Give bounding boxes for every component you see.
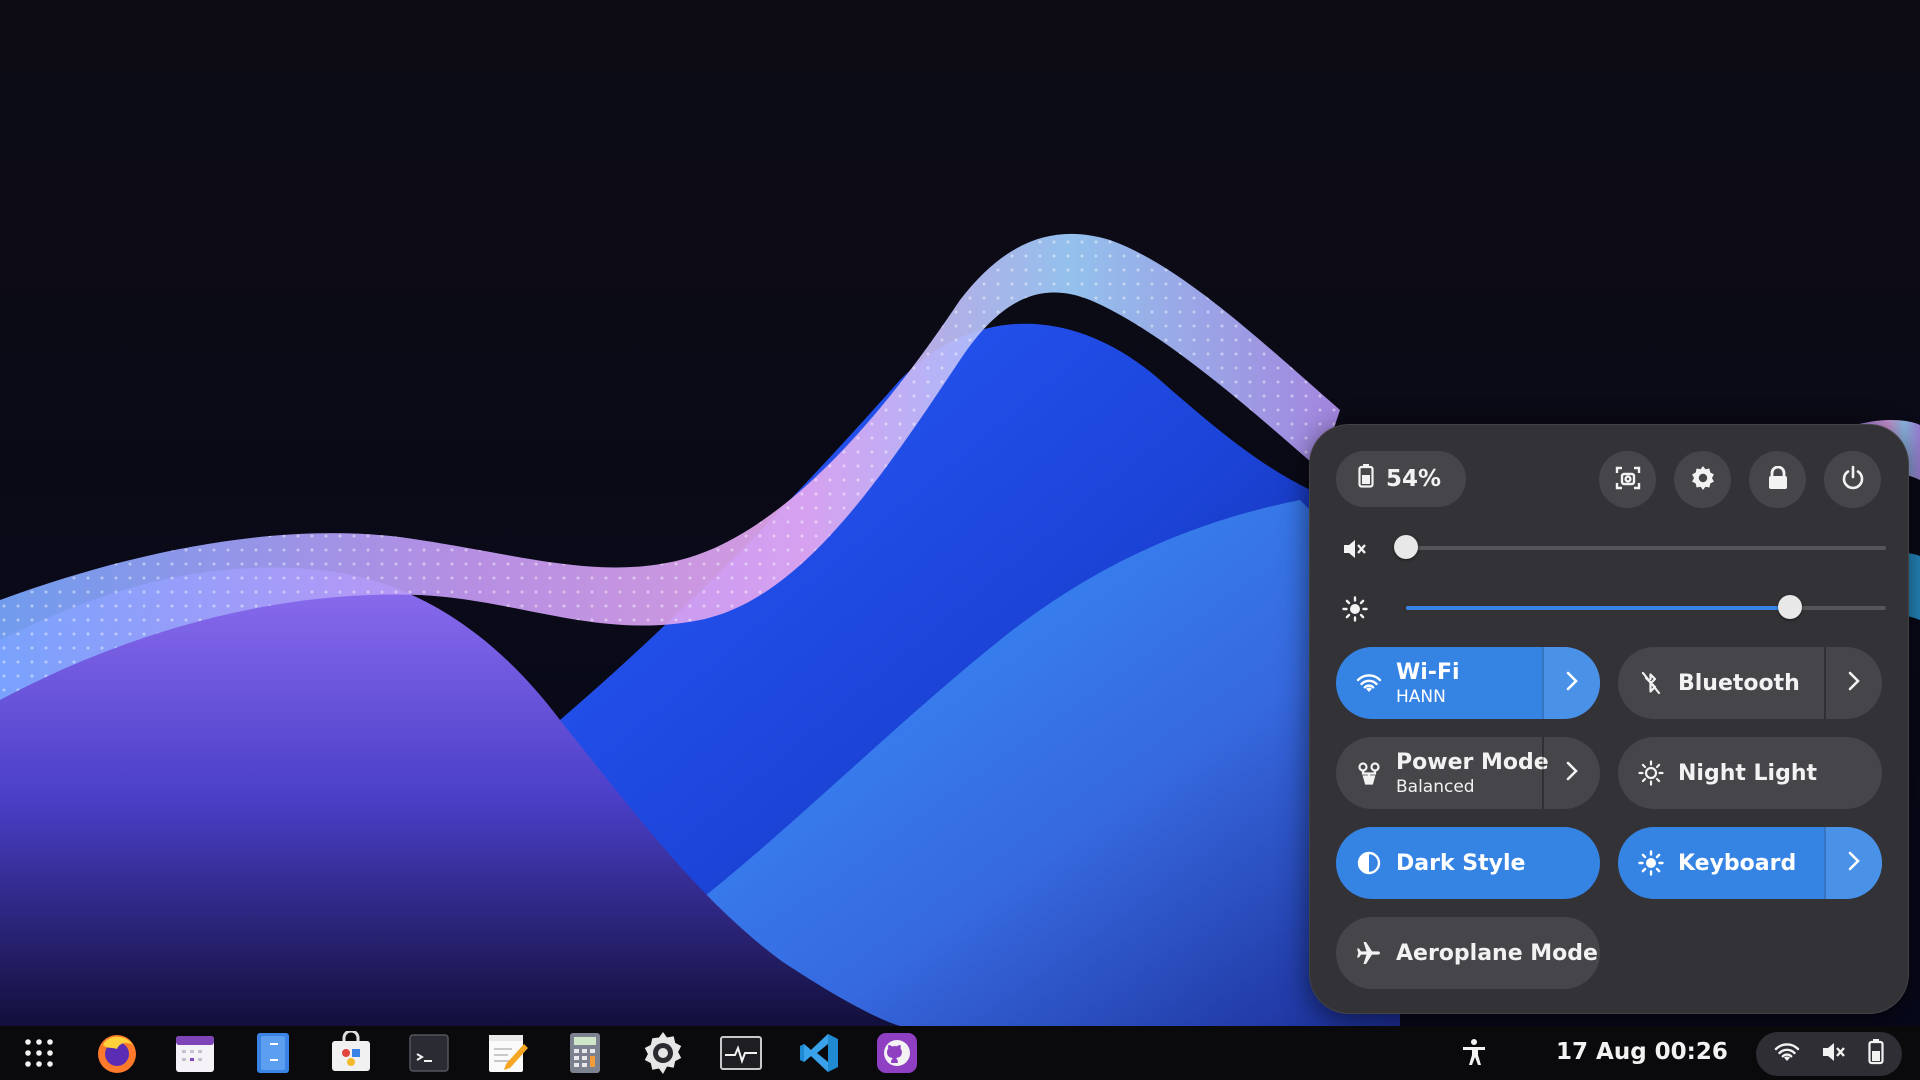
power-button[interactable] xyxy=(1824,451,1881,508)
wifi-title: Wi-Fi xyxy=(1396,659,1460,685)
app-grid-icon xyxy=(22,1036,56,1074)
firefox-launcher[interactable] xyxy=(95,1033,139,1077)
dark-style-toggle[interactable]: Dark Style xyxy=(1336,827,1600,899)
lock-button[interactable] xyxy=(1749,451,1806,508)
calendar-launcher[interactable] xyxy=(173,1033,217,1077)
vscode-launcher[interactable] xyxy=(797,1033,841,1077)
brightness-fill xyxy=(1406,606,1790,610)
software-launcher[interactable] xyxy=(329,1029,373,1079)
system-tray[interactable] xyxy=(1756,1032,1902,1076)
chevron-right-icon xyxy=(1565,760,1579,786)
volume-slider[interactable] xyxy=(1394,535,1886,559)
terminal-launcher[interactable] xyxy=(407,1033,451,1077)
night-light-title: Night Light xyxy=(1678,760,1818,786)
keyboard-title: Keyboard xyxy=(1678,850,1797,876)
software-icon xyxy=(329,1029,373,1079)
quick-settings-panel: 54% Wi-Fi HANN Bluetooth Power Mode Bala… xyxy=(1309,424,1909,1014)
system-monitor-launcher[interactable] xyxy=(719,1033,763,1077)
calculator-icon xyxy=(567,1031,603,1079)
brightness-icon xyxy=(1342,596,1368,622)
aeroplane-mode-toggle[interactable]: Aeroplane Mode xyxy=(1336,917,1600,989)
night-light-icon xyxy=(1638,760,1664,786)
keyboard-menu-button[interactable] xyxy=(1824,827,1882,899)
wifi-tile[interactable]: Wi-Fi HANN xyxy=(1336,647,1600,719)
battery-icon xyxy=(1358,464,1374,494)
brightness-slider-row xyxy=(1336,588,1886,628)
settings-icon xyxy=(641,1031,685,1079)
brightness-knob[interactable] xyxy=(1778,595,1802,619)
wifi-toggle[interactable]: Wi-Fi HANN xyxy=(1336,647,1542,719)
lock-icon xyxy=(1767,465,1789,494)
keyboard-tile[interactable]: Keyboard xyxy=(1618,827,1882,899)
settings-launcher[interactable] xyxy=(641,1031,685,1079)
wifi-menu-button[interactable] xyxy=(1542,647,1600,719)
power-mode-title: Power Mode xyxy=(1396,749,1549,775)
bluetooth-menu-button[interactable] xyxy=(1824,647,1882,719)
bluetooth-tile[interactable]: Bluetooth xyxy=(1618,647,1882,719)
bluetooth-disabled-icon xyxy=(1638,670,1664,696)
brightness-slider[interactable] xyxy=(1406,595,1886,619)
bluetooth-title: Bluetooth xyxy=(1678,670,1800,696)
power-mode-icon xyxy=(1356,760,1382,786)
wifi-network-name: HANN xyxy=(1396,686,1446,707)
power-mode-toggle[interactable]: Power Mode Balanced xyxy=(1336,737,1549,809)
files-launcher[interactable] xyxy=(251,1033,295,1077)
files-icon xyxy=(253,1031,293,1079)
volume-muted-icon xyxy=(1821,1040,1847,1068)
vscode-icon xyxy=(797,1031,841,1079)
aeroplane-icon xyxy=(1356,940,1382,966)
volume-muted-icon[interactable] xyxy=(1342,536,1368,562)
power-mode-menu-button[interactable] xyxy=(1542,737,1600,809)
dark-style-title: Dark Style xyxy=(1396,850,1526,876)
keyboard-toggle[interactable]: Keyboard xyxy=(1618,827,1824,899)
accessibility-icon xyxy=(1461,1038,1487,1070)
power-mode-value: Balanced xyxy=(1396,776,1475,797)
app-grid-button[interactable] xyxy=(17,1033,61,1077)
aeroplane-mode-tile[interactable]: Aeroplane Mode xyxy=(1336,917,1600,989)
text-editor-icon xyxy=(486,1032,528,1078)
night-light-tile[interactable]: Night Light xyxy=(1618,737,1882,809)
aeroplane-mode-title: Aeroplane Mode xyxy=(1396,940,1598,966)
dark-style-icon xyxy=(1356,850,1382,876)
calendar-icon xyxy=(174,1032,216,1078)
settings-icon xyxy=(1690,465,1716,495)
accessibility-button[interactable] xyxy=(1456,1036,1492,1072)
screenshot-icon xyxy=(1615,465,1641,495)
wifi-icon xyxy=(1356,670,1382,696)
chevron-right-icon xyxy=(1847,850,1861,876)
power-icon xyxy=(1840,465,1866,495)
clock[interactable]: 17 Aug 00:26 xyxy=(1556,1039,1728,1065)
chevron-right-icon xyxy=(1847,670,1861,696)
text-editor-launcher[interactable] xyxy=(485,1033,529,1077)
night-light-toggle[interactable]: Night Light xyxy=(1618,737,1882,809)
github-desktop-icon xyxy=(876,1032,918,1078)
screenshot-button[interactable] xyxy=(1599,451,1656,508)
keyboard-backlight-icon xyxy=(1638,850,1664,876)
battery-button[interactable]: 54% xyxy=(1336,451,1466,507)
wifi-icon xyxy=(1774,1040,1800,1068)
volume-knob[interactable] xyxy=(1394,535,1418,559)
chevron-right-icon xyxy=(1565,670,1579,696)
system-monitor-icon xyxy=(719,1033,763,1077)
battery-icon xyxy=(1868,1039,1884,1069)
firefox-icon xyxy=(95,1031,139,1079)
dark-style-tile[interactable]: Dark Style xyxy=(1336,827,1600,899)
calculator-launcher[interactable] xyxy=(563,1033,607,1077)
settings-button[interactable] xyxy=(1674,451,1731,508)
bluetooth-toggle[interactable]: Bluetooth xyxy=(1618,647,1824,719)
volume-slider-row xyxy=(1336,528,1886,568)
github-desktop-launcher[interactable] xyxy=(875,1033,919,1077)
battery-percent: 54% xyxy=(1386,466,1442,492)
terminal-icon xyxy=(408,1033,450,1077)
power-mode-tile[interactable]: Power Mode Balanced xyxy=(1336,737,1600,809)
